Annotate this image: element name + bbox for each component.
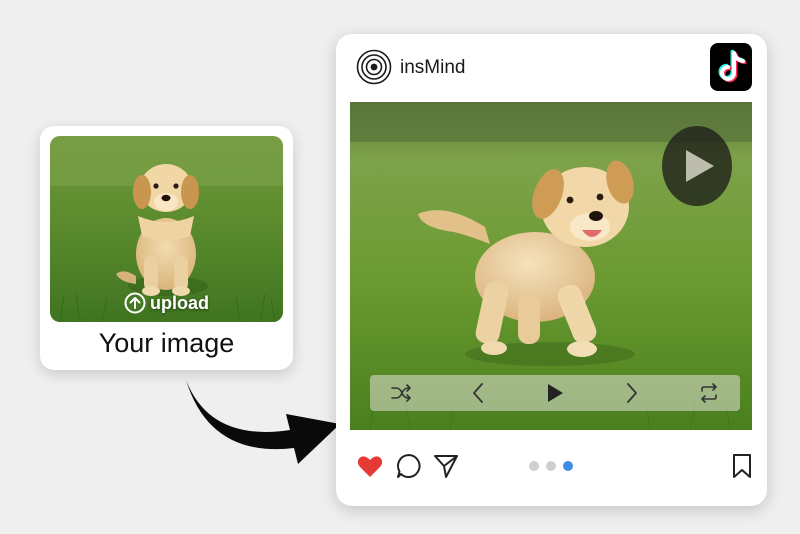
play-icon <box>548 384 563 402</box>
previous-button[interactable] <box>465 380 491 406</box>
heart-icon[interactable] <box>356 452 384 480</box>
previous-icon <box>473 383 483 403</box>
page-dot-3[interactable] <box>563 461 573 471</box>
uploaded-puppy-image: upload <box>50 136 283 322</box>
next-button[interactable] <box>619 380 645 406</box>
repeat-icon <box>701 383 717 403</box>
post-card: insMind <box>336 34 767 506</box>
upload-button[interactable]: upload <box>50 292 283 314</box>
carousel-pagination <box>529 461 573 471</box>
repeat-button[interactable] <box>696 380 722 406</box>
post-header: insMind <box>336 34 767 102</box>
bookmark-icon[interactable] <box>728 452 756 480</box>
play-icon <box>686 150 714 182</box>
insmind-logo-icon <box>356 49 392 85</box>
comment-icon[interactable] <box>395 452 423 480</box>
tiktok-icon[interactable] <box>710 43 752 91</box>
video-play-button[interactable] <box>662 126 732 206</box>
upload-arrow-icon <box>124 292 146 314</box>
next-icon <box>627 383 637 403</box>
shuffle-icon <box>391 384 411 402</box>
page-dot-2[interactable] <box>546 461 556 471</box>
video-controls <box>370 375 740 411</box>
upload-label: upload <box>150 292 209 313</box>
brand-name: insMind <box>400 57 466 78</box>
post-video[interactable] <box>350 102 752 430</box>
post-actions <box>336 440 767 492</box>
curved-arrow-icon <box>186 380 340 464</box>
play-button[interactable] <box>542 380 568 406</box>
upload-caption: Your image <box>98 328 235 358</box>
page-dot-1[interactable] <box>529 461 539 471</box>
upload-card[interactable]: upload Your image <box>40 126 293 370</box>
share-icon[interactable] <box>432 452 460 480</box>
shuffle-button[interactable] <box>388 380 414 406</box>
